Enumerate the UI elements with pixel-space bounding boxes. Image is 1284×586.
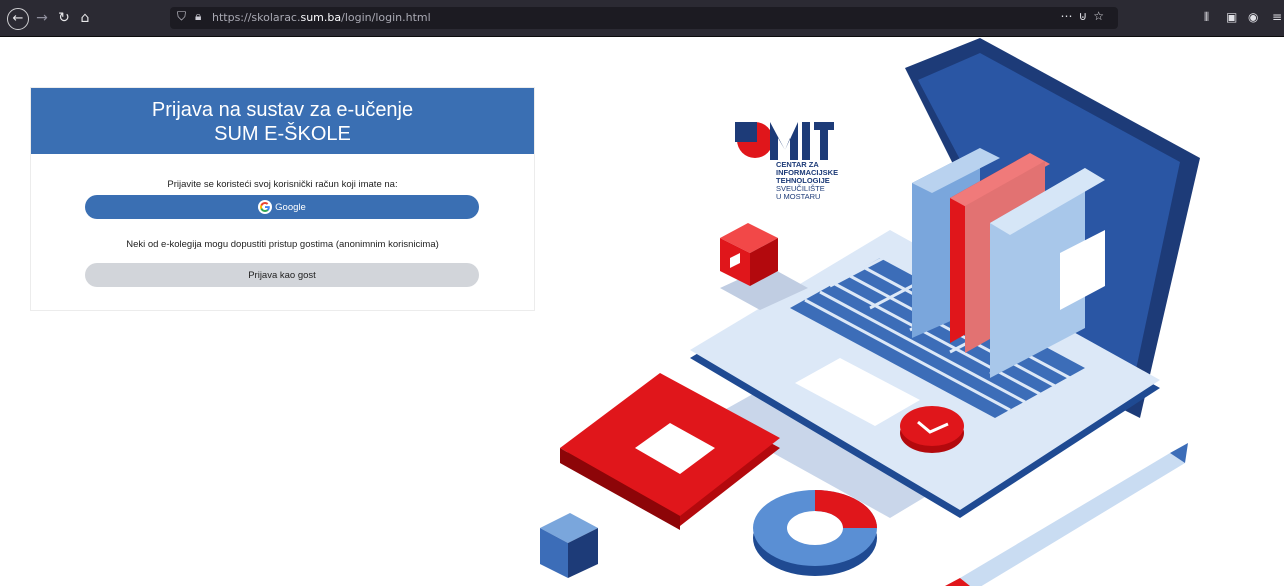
google-login-button[interactable]: Google [85,195,479,219]
back-icon[interactable]: ← [7,8,29,30]
library-icon[interactable]: ⫴ [1204,10,1209,25]
lock-icon[interactable]: 🔒︎ [195,9,201,24]
google-icon [258,200,273,214]
login-header: Prijava na sustav za e-učenje SUM E-ŠKOL… [31,88,534,154]
menu-icon[interactable]: ≡ [1272,10,1282,24]
elearning-illustration: CENTAR ZA INFORMACIJSKE TEHNOLOGIJE SVEU… [540,38,1200,586]
forward-icon[interactable]: → [33,9,51,27]
url-actions: ⋯⊍☆ [1060,9,1110,23]
login-title: Prijava na sustav za e-učenje [151,99,414,121]
sumit-logo: CENTAR ZA INFORMACIJSKE TEHNOLOGIJE SVEU… [735,122,838,201]
address-bar[interactable]: ⛉ 🔒︎ https://skolarac.sum.ba/login/login… [170,7,1118,29]
more-icon[interactable]: ⋯ [1060,9,1078,23]
browser-toolbar: ← → ↻ ⌂ ⛉ 🔒︎ https://skolarac.sum.ba/log… [0,0,1284,37]
guest-intro-text: Neki od e-kolegija mogu dopustiti pristu… [126,239,439,250]
pocket-icon[interactable]: ⊍ [1078,9,1093,23]
url-text[interactable]: https://skolarac.sum.ba/login/login.html [212,11,431,24]
login-intro-text: Prijavite se koristeći svoj korisnički r… [167,179,398,190]
home-icon[interactable]: ⌂ [76,9,94,27]
guest-button-label: Prijava kao gost [248,269,316,281]
login-subtitle: SUM E-ŠKOLE [214,123,351,145]
login-panel: Prijava na sustav za e-učenje SUM E-ŠKOL… [30,87,535,311]
account-icon[interactable]: ◉ [1248,10,1258,24]
google-button-label: Google [275,201,306,213]
blue-cube [540,513,598,578]
pie-chart-graphic [753,490,877,576]
logo-line-5: U MOSTARU [776,192,820,201]
sidebar-icon[interactable]: ▣ [1226,10,1237,24]
red-book [560,373,780,530]
reload-icon[interactable]: ↻ [55,9,73,27]
star-icon[interactable]: ☆ [1093,9,1110,23]
shield-icon[interactable]: ⛉ [177,9,186,24]
guest-login-button[interactable]: Prijava kao gost [85,263,479,287]
